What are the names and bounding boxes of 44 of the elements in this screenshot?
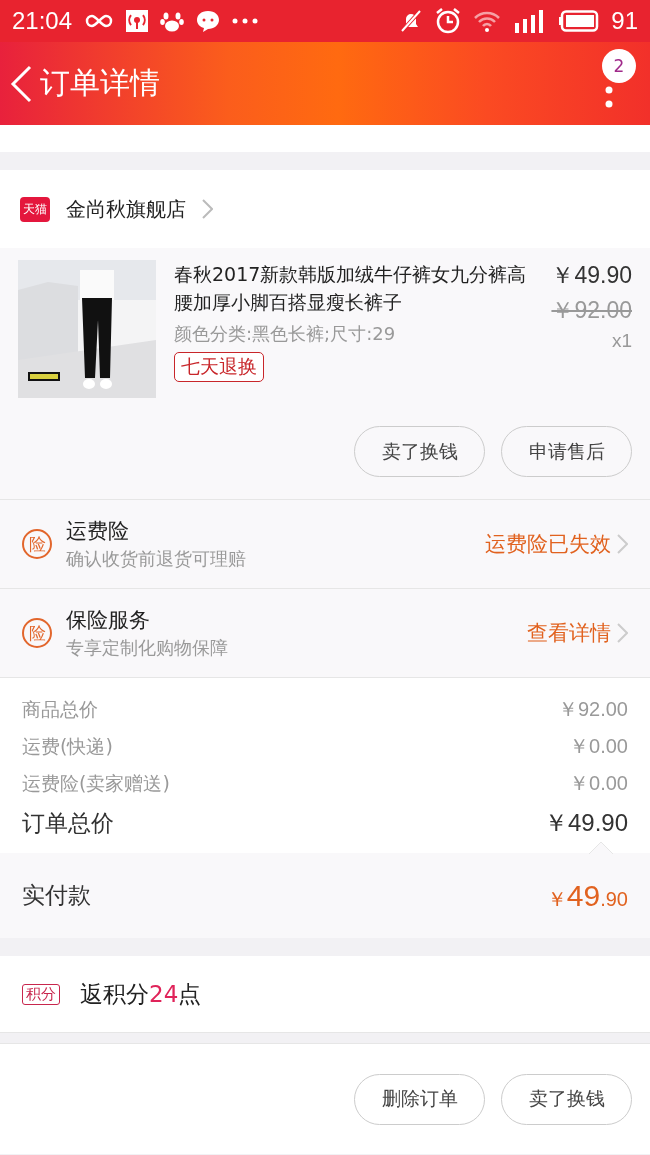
paid-amount: ￥49.90	[546, 878, 628, 913]
service-description: 专享定制化购物保障	[66, 636, 229, 660]
insurance-icon: 险	[22, 529, 52, 559]
muted-bell-icon	[399, 9, 424, 33]
back-icon[interactable]	[10, 64, 32, 103]
battery-level: 91	[611, 7, 638, 35]
summary-label: 运费(快递)	[22, 733, 113, 759]
points-text: 返积分24点	[80, 979, 202, 1009]
more-dots-icon	[232, 18, 259, 24]
summary-label: 商品总价	[22, 696, 98, 722]
chevron-right-icon	[617, 534, 628, 554]
order-total-label: 订单总价	[22, 808, 114, 838]
summary-value: ￥0.00	[569, 734, 628, 759]
original-price: ￥92.00	[551, 296, 632, 325]
chevron-right-icon	[617, 623, 628, 643]
chevron-right-icon	[202, 199, 213, 219]
paw-icon	[160, 10, 185, 32]
points-badge: 积分	[22, 983, 60, 1005]
service-title: 运费险	[66, 518, 130, 545]
clock-time: 21:04	[12, 7, 73, 35]
product-price: ￥49.90	[551, 261, 632, 290]
order-total-value: ￥49.90	[543, 808, 628, 838]
store-name[interactable]: 金尚秋旗舰店	[66, 195, 186, 223]
battery-icon	[559, 10, 600, 32]
summary-label: 运费险(卖家赠送)	[22, 770, 170, 796]
chat-bubble-icon	[196, 10, 221, 32]
product-variant: 颜色分类:黑色长裤;尺寸:29	[174, 322, 396, 346]
quantity: x1	[611, 330, 632, 352]
notification-badge: 2	[602, 49, 636, 83]
summary-value: ￥0.00	[569, 771, 628, 796]
service-description: 确认收货前退货可理赔	[66, 547, 247, 571]
service-title: 保险服务	[66, 607, 151, 634]
product-title[interactable]: 春秋2017新款韩版加绒牛仔裤女九分裤高腰加厚小脚百搭显瘦长裤子	[174, 260, 534, 316]
menu-icon[interactable]	[605, 86, 613, 108]
tmall-badge: 天猫	[20, 196, 50, 222]
page-title: 订单详情	[40, 64, 160, 102]
summary-value: ￥92.00	[557, 697, 628, 722]
insurance-icon: 险	[22, 618, 52, 648]
paid-label: 实付款	[22, 881, 91, 910]
alarm-clock-icon	[435, 8, 462, 34]
infinity-icon	[84, 13, 115, 29]
return-policy-tag: 七天退换	[174, 352, 264, 382]
radio-app-icon	[126, 10, 149, 32]
wifi-icon	[473, 10, 502, 32]
